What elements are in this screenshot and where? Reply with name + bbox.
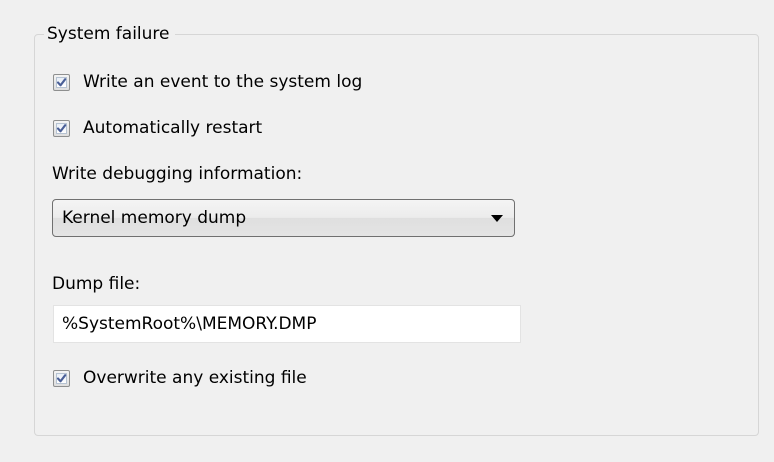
debugging-info-dropdown[interactable]: Kernel memory dump [52,199,515,237]
checkmark-icon [56,77,67,86]
dropdown-arrow-icon[interactable] [486,207,508,229]
checkmark-icon [56,373,67,382]
write-event-label: Write an event to the system log [83,72,363,92]
debugging-info-label: Write debugging information: [52,164,303,184]
chevron-down-icon [491,214,503,222]
dump-file-input[interactable]: %SystemRoot%\MEMORY.DMP [53,305,521,343]
write-event-checkbox[interactable] [53,73,70,91]
group-title: System failure [44,22,175,46]
checkmark-icon [56,123,67,132]
overwrite-file-checkbox-row[interactable]: Overwrite any existing file [53,366,307,390]
auto-restart-label: Automatically restart [83,118,263,138]
auto-restart-checkbox[interactable] [53,119,70,137]
overwrite-file-checkbox[interactable] [53,369,70,387]
dump-file-label: Dump file: [52,274,141,294]
overwrite-file-label: Overwrite any existing file [83,368,307,388]
auto-restart-checkbox-row[interactable]: Automatically restart [53,116,262,140]
debugging-info-selected: Kernel memory dump [62,208,247,228]
write-event-checkbox-row[interactable]: Write an event to the system log [53,70,362,94]
